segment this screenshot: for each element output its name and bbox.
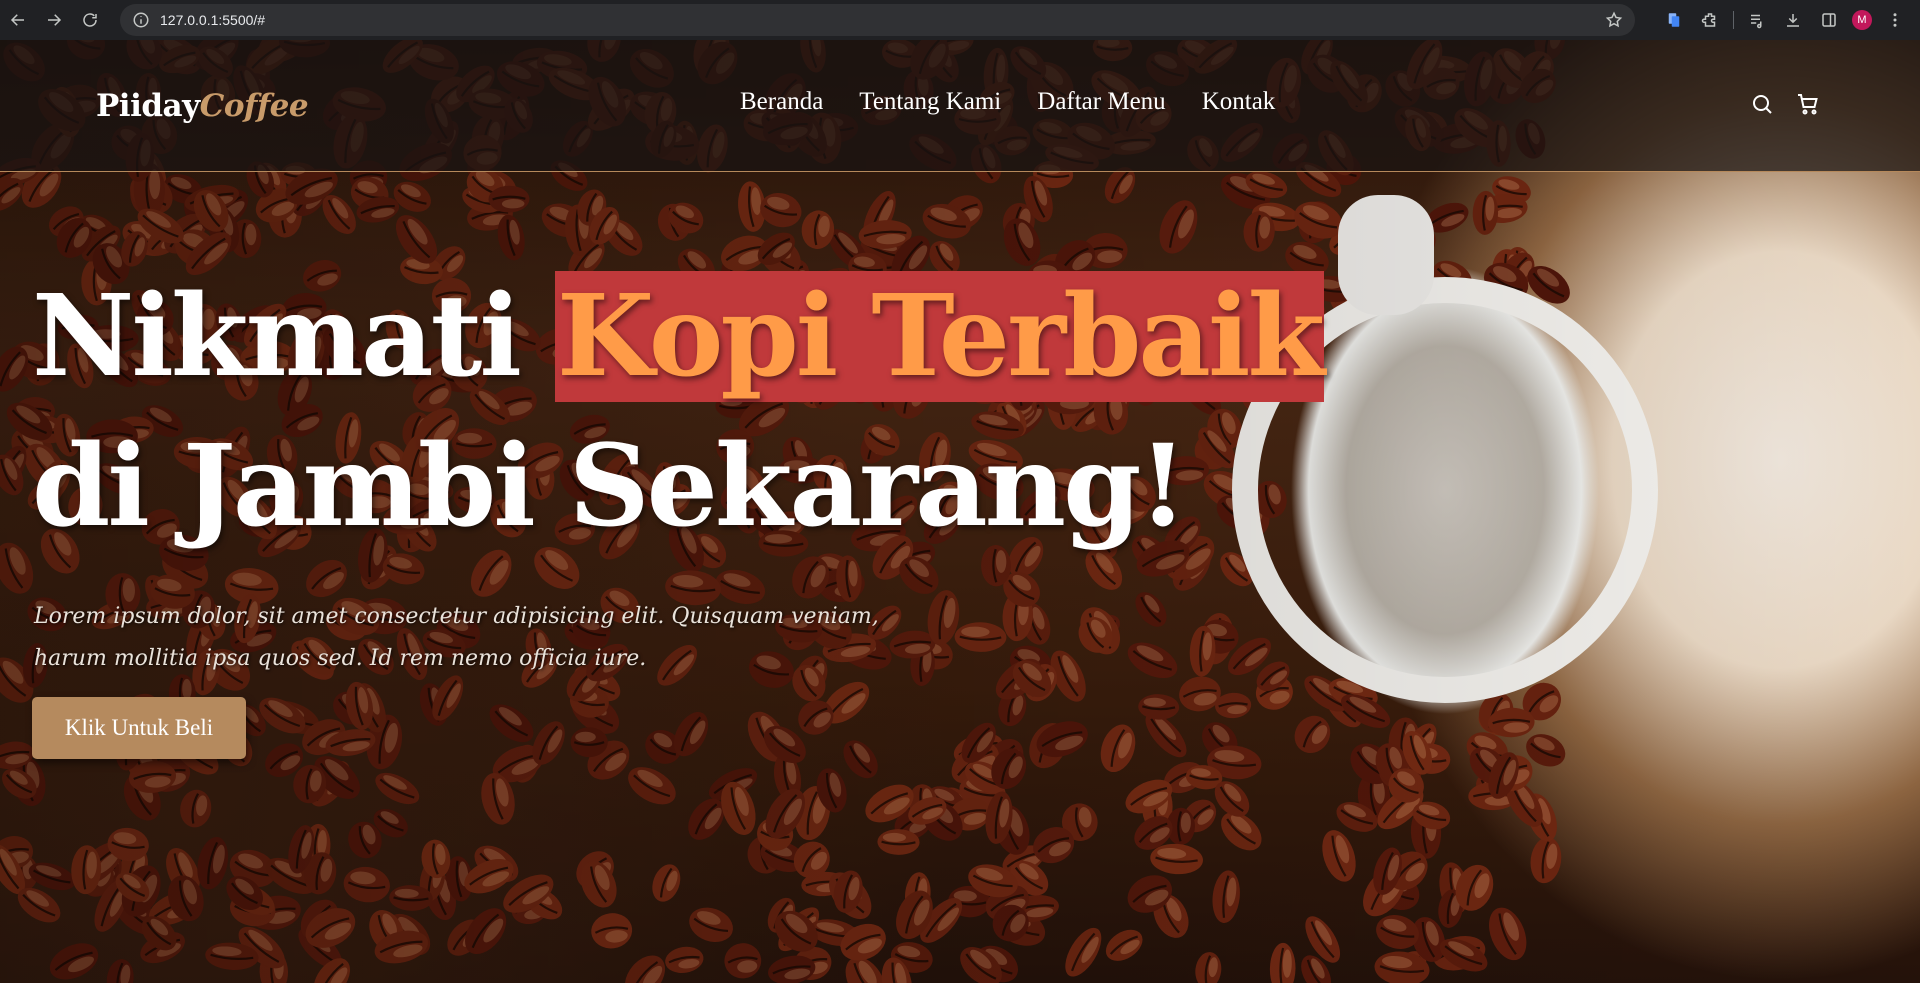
site-info-icon[interactable]	[132, 11, 150, 29]
browser-toolbar: 127.0.0.1:5500/# M	[0, 0, 1920, 40]
buy-button[interactable]: Klik Untuk Beli	[32, 697, 246, 759]
brand-accent: Coffee	[199, 88, 309, 124]
hero-description: Lorem ipsum dolor, sit amet consectetur …	[34, 604, 879, 671]
profile-avatar[interactable]: M	[1852, 10, 1872, 30]
hero-title-part1: Nikmati	[32, 271, 555, 402]
nav-link-daftar-menu[interactable]: Daftar Menu	[1037, 88, 1165, 116]
browser-actions: M	[1661, 0, 1920, 40]
search-icon[interactable]	[1750, 92, 1774, 116]
nav-link-tentang-kami[interactable]: Tentang Kami	[859, 88, 1001, 116]
menu-dots-icon[interactable]	[1882, 7, 1908, 33]
brand-primary: Piiday	[96, 88, 200, 124]
nav-menu: Beranda Tentang Kami Daftar Menu Kontak	[740, 88, 1275, 116]
hero-title-line2: di Jambi Sekarang!	[32, 421, 1188, 552]
cart-icon[interactable]	[1796, 92, 1820, 116]
navbar: PiidayCoffee Beranda Tentang Kami Daftar…	[0, 40, 1920, 172]
download-icon[interactable]	[1780, 7, 1806, 33]
puzzle-icon[interactable]	[1697, 7, 1723, 33]
forward-icon[interactable]	[36, 0, 72, 40]
media-icon[interactable]	[1744, 7, 1770, 33]
nav-icons	[1750, 92, 1820, 116]
back-icon[interactable]	[0, 0, 36, 40]
bookmark-star-icon[interactable]	[1605, 11, 1623, 29]
toolbar-separator	[1733, 11, 1734, 29]
hero-title: Nikmati Kopi Terbaik di Jambi Sekarang!	[32, 262, 1325, 562]
address-bar[interactable]: 127.0.0.1:5500/#	[120, 4, 1635, 36]
nav-link-kontak[interactable]: Kontak	[1202, 88, 1276, 116]
web-page: PiidayCoffee Beranda Tentang Kami Daftar…	[0, 40, 1920, 983]
url-text: 127.0.0.1:5500/#	[160, 12, 266, 28]
sidepanel-icon[interactable]	[1816, 7, 1842, 33]
extension-icon[interactable]	[1661, 7, 1687, 33]
hero-title-highlight: Kopi Terbaik	[554, 271, 1325, 402]
reload-icon[interactable]	[72, 0, 108, 40]
nav-link-beranda[interactable]: Beranda	[740, 88, 823, 116]
brand-logo[interactable]: PiidayCoffee	[96, 88, 309, 124]
